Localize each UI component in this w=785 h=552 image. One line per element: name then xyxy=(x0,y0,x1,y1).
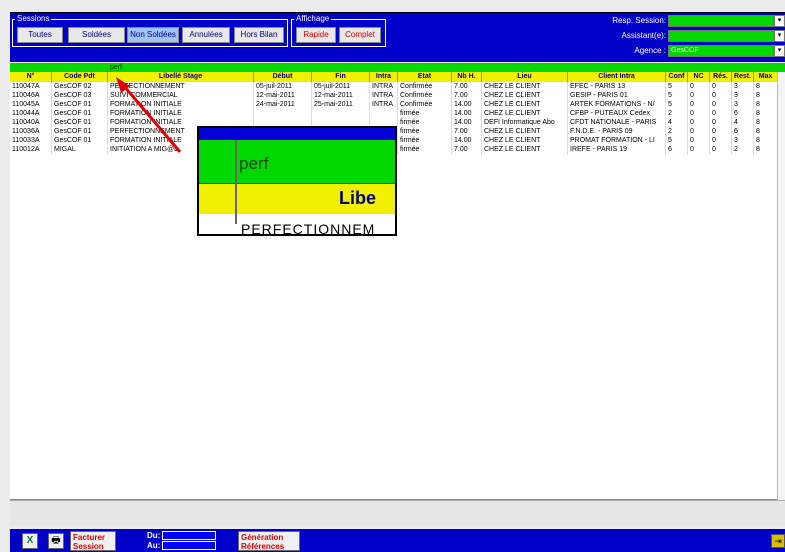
filter-annulees-button[interactable]: Annulées xyxy=(182,27,230,43)
assistant-dropdown-icon[interactable]: ▾ xyxy=(774,30,785,42)
col-header-lieu[interactable]: Lieu xyxy=(482,72,568,82)
sessions-group-label: Sessions xyxy=(15,14,52,24)
sessions-group: Sessions Toutes Soldées Non Soldées Annu… xyxy=(12,14,288,47)
date-du-field[interactable] xyxy=(162,531,216,540)
display-complet-button[interactable]: Complet xyxy=(339,27,381,43)
agence-field[interactable]: GesCOF xyxy=(668,45,774,57)
col-header-numero[interactable]: N° xyxy=(10,72,52,82)
assistant-label: Assistant(e): xyxy=(621,31,666,40)
facturer-session-button[interactable]: Facturer Session xyxy=(70,531,116,551)
resp-session-label: Resp. Session: xyxy=(612,16,666,25)
assistant-field[interactable] xyxy=(668,30,774,42)
cell-nb-heures: 7.00 xyxy=(452,145,482,155)
sessions-table: 110047A GesCOF 02 PERFECTIONNEMENT 05-juil-… xyxy=(10,82,785,500)
app-window: Sessions Toutes Soldées Non Soldées Annu… xyxy=(0,0,785,552)
cell-numero: 110012A xyxy=(10,145,52,155)
zoom-filter-text: perf xyxy=(239,154,269,173)
col-header-res[interactable]: Rés. xyxy=(710,72,732,82)
cell-lieu: CHEZ LE CLIENT xyxy=(482,145,568,155)
col-header-max[interactable]: Max xyxy=(754,72,778,82)
filter-hors-bilan-button[interactable]: Hors Bilan xyxy=(234,27,284,43)
filter-non-soldees-button[interactable]: Non Soldées xyxy=(127,27,179,43)
cell-code-pdt: MIGAL xyxy=(52,145,108,155)
col-header-etat[interactable]: Etat xyxy=(398,72,452,82)
resp-session-dropdown-icon[interactable]: ▾ xyxy=(774,15,785,27)
cell-etat: firmée xyxy=(398,145,452,155)
col-header-code-pdt[interactable]: Code Pdt xyxy=(52,72,108,82)
zoom-magnifier: perf Libe PERFECTIONNEM xyxy=(197,126,397,236)
excel-export-icon[interactable]: X xyxy=(22,533,38,549)
status-bar xyxy=(10,500,785,526)
col-header-client-intra[interactable]: Client Intra xyxy=(568,72,666,82)
table-header: N° Code Pdt Libellé Stage Début Fin Intr… xyxy=(10,72,785,82)
col-header-conf[interactable]: Conf xyxy=(666,72,688,82)
exit-icon[interactable]: ⇥ xyxy=(771,534,785,548)
col-header-nb-heures[interactable]: Nb H. xyxy=(452,72,482,82)
affichage-group-label: Affichage xyxy=(294,14,332,24)
vertical-scrollbar[interactable] xyxy=(777,72,785,500)
agence-dropdown-icon[interactable]: ▾ xyxy=(774,45,785,57)
du-label: Du: xyxy=(147,531,161,540)
zoom-header-text: Libe xyxy=(339,188,377,208)
col-header-debut[interactable]: Début xyxy=(254,72,312,82)
table-row[interactable]: 110012A MIGAL INITIATION A MIG@L firmée 7.00… xyxy=(10,145,785,155)
resp-session-field[interactable] xyxy=(668,15,774,27)
cell-conf: 6 xyxy=(666,145,688,155)
print-icon[interactable]: 🖶 xyxy=(48,533,64,549)
cell-rest: 2 xyxy=(732,145,754,155)
au-label: Au: xyxy=(147,541,161,550)
bottom-toolbar: X 🖶 Facturer Session Du: Au: Génération … xyxy=(10,529,785,552)
affichage-group: Affichage Rapide Complet xyxy=(291,14,386,47)
filter-soldees-button[interactable]: Soldées xyxy=(68,27,125,43)
col-header-nc[interactable]: NC xyxy=(688,72,710,82)
date-au-field[interactable] xyxy=(162,541,216,550)
col-header-fin[interactable]: Fin xyxy=(312,72,370,82)
zoom-row-text: PERFECTIONNEM xyxy=(241,221,376,236)
col-header-intra[interactable]: Intra xyxy=(370,72,398,82)
filter-toutes-button[interactable]: Toutes xyxy=(17,27,63,43)
agence-label: Agence : xyxy=(634,46,666,55)
top-toolbar: Sessions Toutes Soldées Non Soldées Annu… xyxy=(10,12,785,62)
filter-row: perf xyxy=(10,63,785,72)
col-header-libelle[interactable]: Libellé Stage xyxy=(108,72,254,82)
cell-max: 8 xyxy=(754,145,778,155)
cell-client-intra: IREFE - PARIS 19 xyxy=(568,145,666,155)
cell-nc: 0 xyxy=(688,145,710,155)
display-rapide-button[interactable]: Rapide xyxy=(296,27,336,43)
cell-res: 0 xyxy=(710,145,732,155)
col-header-rest[interactable]: Rest. xyxy=(732,72,754,82)
libelle-filter-input[interactable]: perf xyxy=(108,63,248,72)
generation-references-button[interactable]: Génération Références xyxy=(238,531,300,551)
